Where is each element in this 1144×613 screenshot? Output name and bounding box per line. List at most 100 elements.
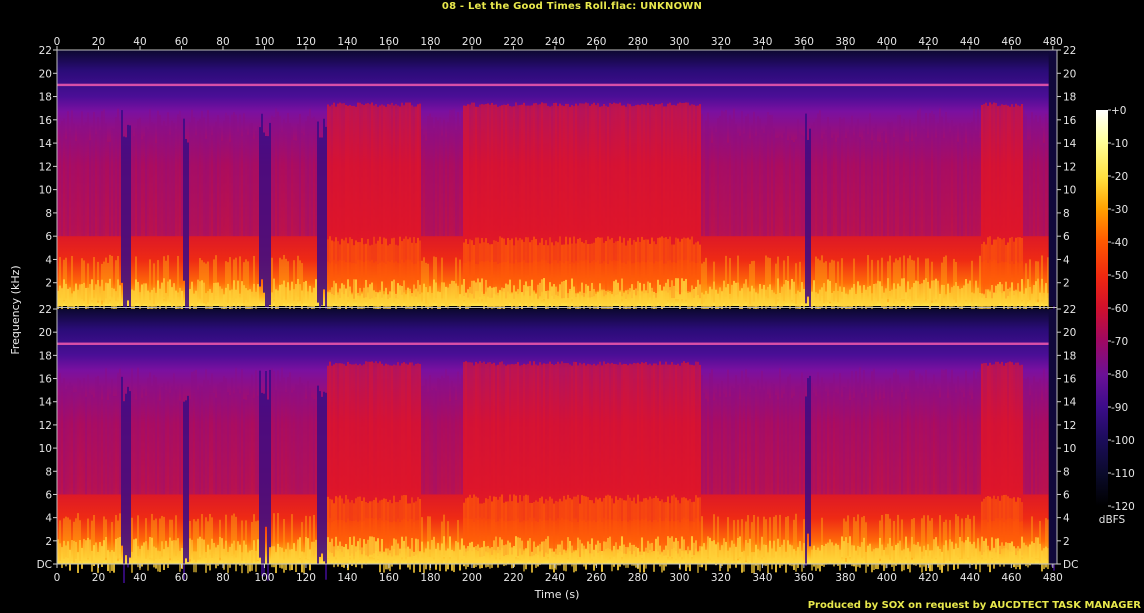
- y-tick-label-left: DC: [37, 559, 52, 571]
- colorbar: +0 -10 -20 -30 -40 -50 -60 -70 -80 -90 -100 -110 -12…: [1096, 105, 1135, 526]
- x-tick-label-top: 420: [918, 36, 938, 48]
- x-tick-label-bottom: 400: [877, 572, 897, 584]
- x-tick-label-bottom: 380: [835, 572, 855, 584]
- y-tick-label-right: 12: [1063, 420, 1076, 432]
- x-tick-label-bottom: 0: [54, 572, 61, 584]
- x-tick-label-bottom: 220: [503, 572, 523, 584]
- y-tick-label-left: 10: [39, 443, 52, 455]
- x-tick-label-top: 460: [1001, 36, 1021, 48]
- y-tick-label-left: 18: [39, 92, 52, 104]
- x-tick-label-bottom: 60: [175, 572, 188, 584]
- x-tick-label-top: 160: [379, 36, 399, 48]
- y-tick-label-right: 12: [1063, 161, 1076, 173]
- colorbar-gradient-bar: [1096, 110, 1108, 506]
- x-tick-label-top: 300: [669, 36, 689, 48]
- y-tick-label-right: 16: [1063, 374, 1077, 386]
- y-tick-label-left: 8: [45, 208, 52, 220]
- y-tick-label-left: 6: [45, 489, 52, 501]
- colorbar-tick-label: +0: [1111, 105, 1126, 117]
- end-fade: [1048, 309, 1057, 564]
- x-tick-label-bottom: 240: [545, 572, 565, 584]
- y-tick-label-right: 10: [1063, 185, 1076, 197]
- x-tick-label-bottom: 420: [918, 572, 938, 584]
- x-tick-label-bottom: 360: [794, 572, 814, 584]
- colorbar-tick-label: -40: [1111, 237, 1128, 249]
- y-tick-label-right: 18: [1063, 350, 1076, 362]
- channel-2: [57, 309, 1057, 584]
- y-tick-label-left: 6: [45, 231, 52, 243]
- x-tick-label-bottom: 20: [92, 572, 105, 584]
- x-tick-label-top: 40: [133, 36, 146, 48]
- y-tick-label-right: 20: [1063, 327, 1076, 339]
- y-tick-label-left: 20: [39, 68, 52, 80]
- colorbar-tick-label: -110: [1111, 468, 1135, 480]
- x-tick-label-top: 20: [92, 36, 105, 48]
- colorbar-tick-label: -60: [1111, 303, 1128, 315]
- colorbar-tick-label: -30: [1111, 204, 1128, 216]
- colorbar-tick-label: -50: [1111, 270, 1128, 282]
- spectrogram-channels: [57, 50, 1057, 584]
- x-tick-label-bottom: 440: [960, 572, 980, 584]
- colorbar-tick-label: -90: [1111, 402, 1128, 414]
- spectrogram-chart: 0 0 20 20 40 40 60 60 80 80 100 100 120 120 140 140 160 1…: [9, 36, 1135, 601]
- y-tick-label-right: 8: [1063, 208, 1070, 220]
- y-tick-label-right: 8: [1063, 466, 1070, 478]
- y-tick-label-right: 14: [1063, 397, 1077, 409]
- y-tick-label-left: 12: [39, 420, 52, 432]
- y-tick-label-right: 20: [1063, 68, 1076, 80]
- colorbar-tick-label: -80: [1111, 369, 1128, 381]
- x-tick-label-top: 140: [337, 36, 357, 48]
- x-tick-label-bottom: 280: [628, 572, 648, 584]
- y-tick-label-right: 16: [1063, 115, 1077, 127]
- x-tick-label-top: 340: [752, 36, 772, 48]
- x-tick-label-bottom: 480: [1043, 572, 1063, 584]
- x-tick-label-top: 320: [711, 36, 731, 48]
- tone-line-19khz: [57, 83, 1049, 87]
- y-tick-label-left: 12: [39, 161, 52, 173]
- x-tick-label-top: 80: [216, 36, 229, 48]
- x-tick-label-bottom: 320: [711, 572, 731, 584]
- credit-text: Produced by SOX on request by AUCDTECT T…: [807, 600, 1141, 611]
- x-tick-label-top: 240: [545, 36, 565, 48]
- y-tick-label-left: 22: [39, 304, 52, 316]
- x-tick-label-bottom: 340: [752, 572, 772, 584]
- y-tick-label-right: 10: [1063, 443, 1076, 455]
- y-tick-label-right: 4: [1063, 254, 1070, 266]
- y-tick-label-right: 6: [1063, 231, 1070, 243]
- y-tick-label-right: 22: [1063, 45, 1076, 57]
- x-tick-label-top: 380: [835, 36, 855, 48]
- y-tick-label-right: 2: [1063, 278, 1070, 290]
- x-tick-label-top: 360: [794, 36, 814, 48]
- x-tick-label-top: 260: [586, 36, 606, 48]
- y-tick-label-right: DC: [1063, 559, 1078, 571]
- x-tick-label-top: 280: [628, 36, 648, 48]
- x-tick-label-top: 400: [877, 36, 897, 48]
- y-tick-label-right: 18: [1063, 92, 1076, 104]
- y-tick-label-left: 16: [39, 374, 53, 386]
- y-tick-label-right: 6: [1063, 489, 1070, 501]
- x-tick-label-bottom: 80: [216, 572, 229, 584]
- colorbar-tick-label: -100: [1111, 435, 1135, 447]
- x-tick-label-bottom: 460: [1001, 572, 1021, 584]
- y-tick-label-left: 2: [45, 536, 52, 548]
- y-tick-label-left: 2: [45, 278, 52, 290]
- y-tick-label-left: 14: [39, 138, 53, 150]
- x-tick-label-bottom: 300: [669, 572, 689, 584]
- y-tick-label-right: 4: [1063, 513, 1070, 525]
- y-tick-label-left: 4: [45, 254, 52, 266]
- x-tick-label-top: 0: [54, 36, 61, 48]
- y-tick-label-left: 16: [39, 115, 53, 127]
- y-tick-label-left: 14: [39, 397, 53, 409]
- colorbar-tick-label: -120: [1111, 501, 1135, 513]
- y-tick-label-right: 2: [1063, 536, 1070, 548]
- y-tick-label-left: 4: [45, 513, 52, 525]
- y-tick-label-left: 8: [45, 466, 52, 478]
- x-tick-label-bottom: 260: [586, 572, 606, 584]
- x-tick-label-bottom: 100: [254, 572, 274, 584]
- y-tick-label-left: 18: [39, 350, 52, 362]
- x-tick-label-bottom: 120: [296, 572, 316, 584]
- spectral-bands: [57, 361, 1057, 584]
- colorbar-label: dBFS: [1099, 514, 1126, 526]
- x-tick-label-bottom: 40: [133, 572, 146, 584]
- x-tick-label-top: 180: [420, 36, 440, 48]
